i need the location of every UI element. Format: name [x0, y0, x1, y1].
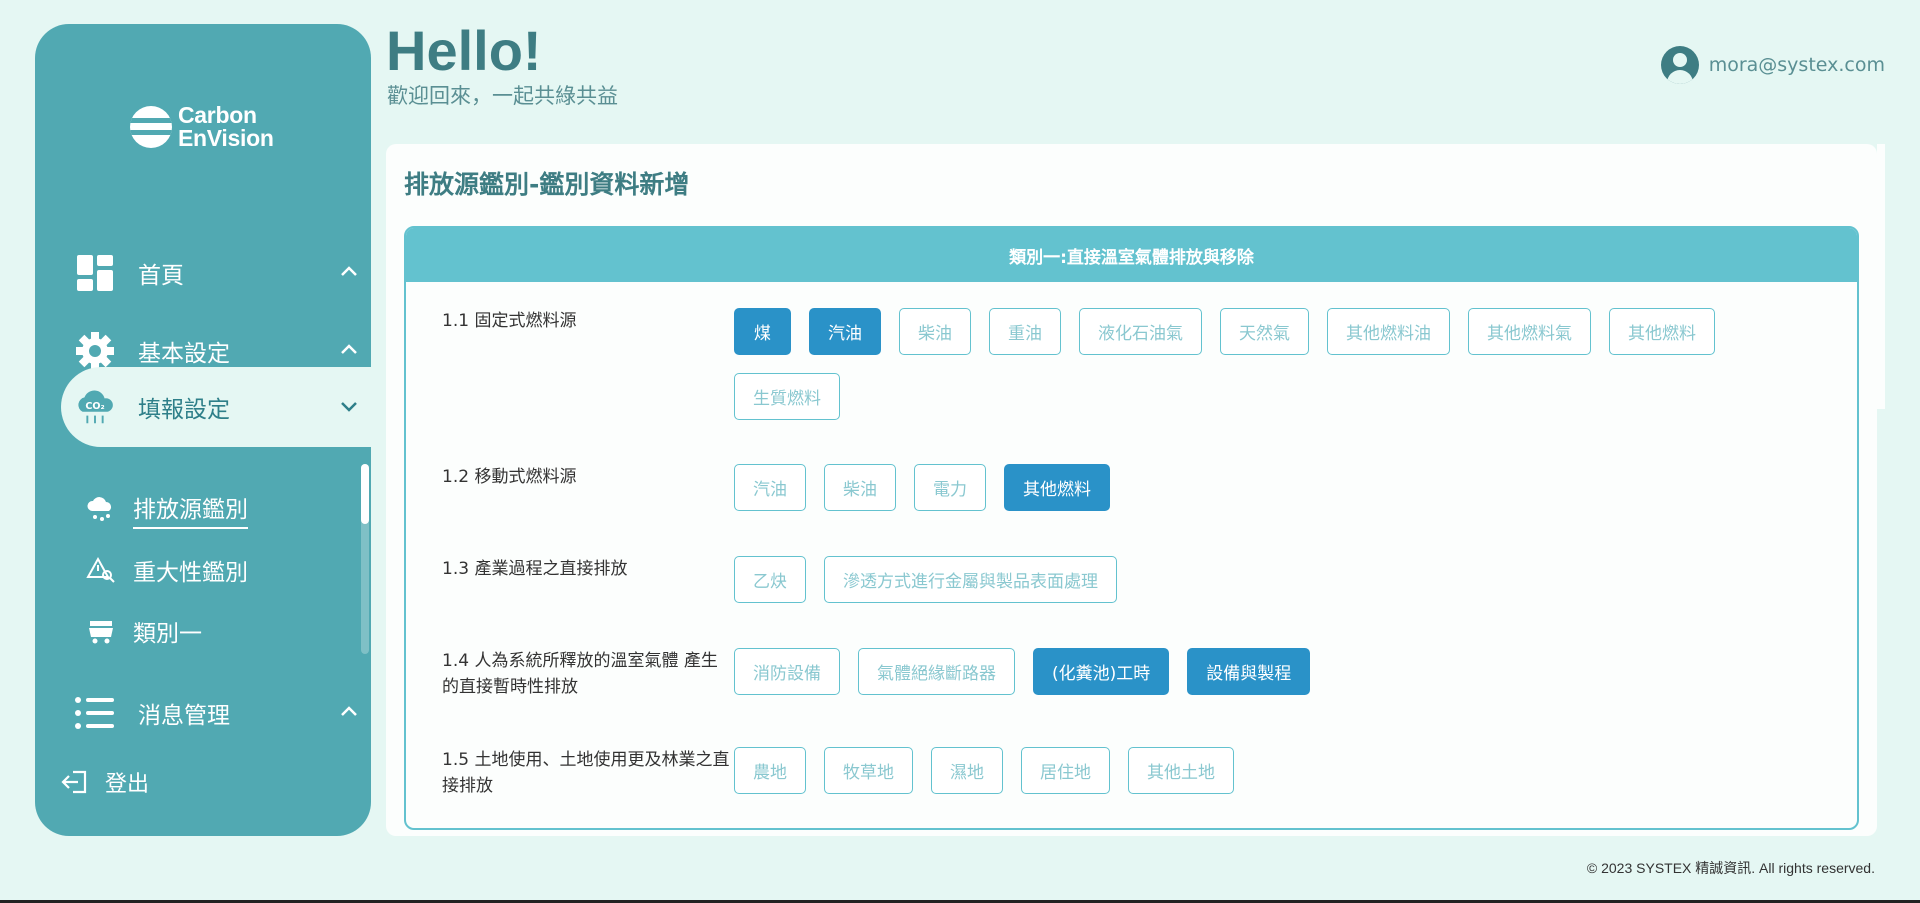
option-chip[interactable]: 天然氣 [1220, 308, 1309, 355]
row-fugitive-emissions: 1.4 人為系統所釋放的溫室氣體 產生的直接暫時性排放 [442, 648, 734, 700]
panel-title: 類別一:直接溫室氣體排放與移除 [406, 228, 1857, 282]
option-chip[interactable]: 其他燃料氣 [1468, 308, 1591, 355]
brand-logo[interactable]: Carbon EnVision [130, 104, 274, 150]
chip-group: 乙炔 滲透方式進行金屬與製品表面處理 [734, 556, 1784, 621]
option-chip[interactable]: 其他土地 [1128, 747, 1234, 794]
option-chip[interactable]: 其他燃料 [1609, 308, 1715, 355]
factory-cart-icon [81, 616, 121, 646]
chevron-up-icon [341, 266, 357, 276]
main-scrollbar[interactable] [1877, 144, 1885, 409]
sidebar-item-home[interactable]: 首頁 [35, 238, 371, 308]
row-industrial-process: 1.3 產業過程之直接排放 [442, 556, 734, 582]
option-chip[interactable]: 柴油 [899, 308, 971, 355]
row-label: 1.5 土地使用、土地使用更及林業之直接排放 [442, 750, 730, 796]
sidebar: Carbon EnVision 首頁 基本設定 CO₂ 填報設定 排放源鑑別 重… [35, 24, 371, 836]
option-chip[interactable]: 牧草地 [824, 747, 913, 794]
svg-text:CO₂: CO₂ [85, 401, 104, 412]
option-chip[interactable]: 其他燃料 [1004, 464, 1110, 511]
logo-mark-icon [130, 106, 172, 148]
row-label: 1.2 移動式燃料源 [442, 467, 577, 487]
option-chip[interactable]: 煤 [734, 308, 791, 355]
cloud-rain-icon [81, 494, 121, 524]
brand-line-2: EnVision [178, 125, 274, 151]
footer-copyright: © 2023 SYSTEX 精誠資訊. All rights reserved. [1586, 860, 1875, 876]
option-chip[interactable]: 設備與製程 [1187, 648, 1311, 695]
option-chip[interactable]: 汽油 [809, 308, 881, 355]
option-chip[interactable]: 汽油 [734, 464, 806, 511]
sidebar-item-label: 首頁 [138, 263, 184, 289]
sub-item-label: 排放源鑑別 [133, 490, 248, 529]
row-mobile-combustion: 1.2 移動式燃料源 [442, 464, 734, 490]
dashboard-icon [73, 251, 117, 295]
row-label: 1.3 產業過程之直接排放 [442, 559, 628, 579]
option-chip[interactable]: 重油 [989, 308, 1061, 355]
sub-item-label: 類別一 [133, 621, 202, 647]
row-label: 1.1 固定式燃料源 [442, 311, 577, 331]
user-email: mora@systex.com [1708, 54, 1885, 76]
logout-label: 登出 [105, 772, 150, 797]
option-chip[interactable]: 居住地 [1021, 747, 1110, 794]
option-chip[interactable]: (化糞池)工時 [1033, 648, 1170, 695]
option-chip[interactable]: 柴油 [824, 464, 896, 511]
sub-item-category-one[interactable]: 類別一 [81, 608, 202, 654]
sidebar-item-label: 填報設定 [138, 397, 230, 423]
user-avatar-icon [1660, 46, 1699, 84]
option-chip[interactable]: 電力 [914, 464, 986, 511]
warning-search-icon [81, 555, 121, 585]
option-chip[interactable]: 液化石油氣 [1079, 308, 1202, 355]
option-chip[interactable]: 生質燃料 [734, 373, 840, 420]
welcome-subtitle: 歡迎回來，一起共綠共益 [387, 84, 618, 108]
chevron-up-icon [341, 706, 357, 716]
option-chip[interactable]: 消防設備 [734, 648, 840, 695]
co2-cloud-icon: CO₂ [73, 385, 117, 429]
option-chip[interactable]: 濕地 [931, 747, 1003, 794]
list-icon [73, 691, 117, 735]
chip-group: 煤汽油 柴油 重油 液化石油氣 天然氣 其他燃料油 其他燃料氣 其他燃料生質燃料 [734, 308, 1784, 438]
category-panel: 類別一:直接溫室氣體排放與移除 1.1 固定式燃料源 煤汽油 柴油 重油 液化石油氣天… [404, 226, 1859, 830]
sidebar-item-label: 消息管理 [138, 703, 230, 729]
logout-button[interactable]: 登出 [61, 766, 149, 798]
option-chip[interactable]: 農地 [734, 747, 806, 794]
user-menu[interactable]: mora@systex.com [1660, 46, 1885, 84]
option-chip[interactable]: 其他燃料油 [1327, 308, 1450, 355]
option-chip[interactable]: 乙炔 [734, 556, 806, 603]
row-stationary-combustion: 1.1 固定式燃料源 [442, 308, 734, 334]
chevron-down-icon [341, 402, 357, 412]
option-chip[interactable]: 滲透方式進行金屬與製品表面處理 [824, 556, 1117, 603]
row-land-use: 1.5 土地使用、土地使用更及林業之直接排放 [442, 747, 734, 799]
sidebar-item-news-management[interactable]: 消息管理 [35, 678, 371, 748]
sub-item-label: 重大性鑑別 [133, 560, 248, 586]
chip-group: 汽油 柴油 電力 其他燃料 [734, 464, 1784, 529]
sidebar-item-label: 基本設定 [138, 341, 230, 367]
chip-group: 農地 牧草地 濕地 居住地 其他土地 [734, 747, 1784, 812]
page-title: 排放源鑑別-鑑別資料新增 [404, 170, 690, 199]
chevron-up-icon [341, 344, 357, 354]
greeting-title: Hello! [386, 19, 542, 82]
brand-line-1: Carbon [178, 102, 257, 128]
row-label: 1.4 人為系統所釋放的溫室氣體 產生的直接暫時性排放 [442, 651, 718, 697]
chip-group: 消防設備 氣體絕緣斷路器 (化糞池)工時 設備與製程 [734, 648, 1784, 713]
option-chip[interactable]: 氣體絕緣斷路器 [858, 648, 1015, 695]
sub-item-materiality-identification[interactable]: 重大性鑑別 [81, 547, 248, 593]
sidebar-item-report-settings[interactable]: CO₂ 填報設定 [35, 372, 371, 442]
logout-icon [61, 770, 87, 794]
sub-item-emission-identification[interactable]: 排放源鑑別 [81, 486, 248, 532]
sidebar-scrollbar-thumb[interactable] [361, 464, 369, 524]
